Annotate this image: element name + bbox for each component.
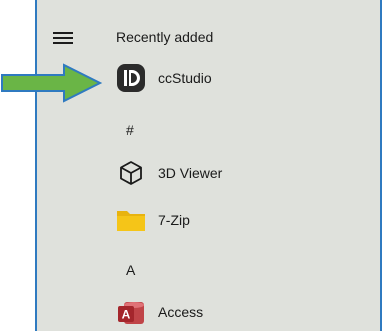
- app-label-3d-viewer: 3D Viewer: [158, 165, 223, 181]
- svg-text:A: A: [122, 308, 131, 322]
- app-label-access: Access: [158, 304, 204, 320]
- hamburger-line: [53, 37, 73, 39]
- app-label-ccstudio: ccStudio: [158, 70, 212, 86]
- ccstudio-icon: [115, 62, 147, 94]
- app-label-7-zip: 7-Zip: [158, 212, 190, 228]
- group-header-hash[interactable]: #: [126, 120, 134, 140]
- start-menu-panel: Recently added ccStudio # 3D Viewer 7-Zi…: [35, 0, 382, 331]
- app-item-7-zip[interactable]: 7-Zip: [107, 200, 367, 240]
- hamburger-line: [53, 32, 73, 34]
- app-item-access[interactable]: A Access: [107, 292, 367, 331]
- hamburger-menu-icon[interactable]: [53, 31, 73, 45]
- hamburger-line: [53, 42, 73, 44]
- recently-added-heading: Recently added: [116, 29, 214, 45]
- cube-outline-icon: [115, 157, 147, 189]
- annotation-arrow-icon: [1, 63, 103, 103]
- access-icon: A: [115, 296, 147, 328]
- folder-icon: [115, 204, 147, 236]
- app-item-ccstudio[interactable]: ccStudio: [107, 58, 367, 98]
- app-item-3d-viewer[interactable]: 3D Viewer: [107, 153, 367, 193]
- group-header-a[interactable]: A: [126, 260, 135, 280]
